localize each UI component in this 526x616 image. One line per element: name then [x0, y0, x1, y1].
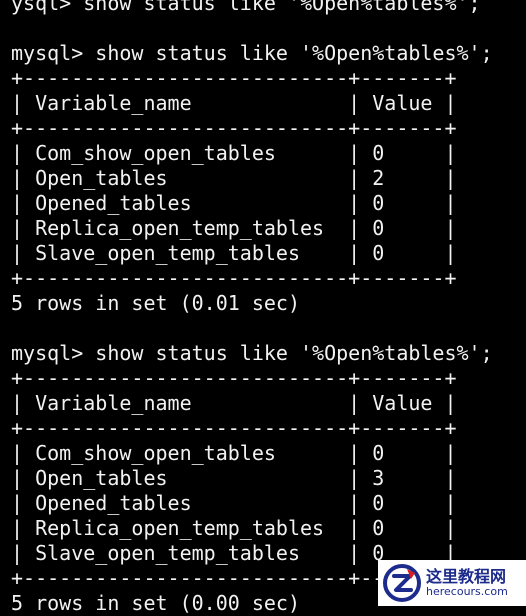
table-header: | Variable_name | Value | — [11, 91, 457, 115]
table-border: +---------------------------+-------+ — [11, 416, 457, 440]
table-row: | Com_show_open_tables | 0 | — [11, 141, 457, 165]
table-row: | Opened_tables | 0 | — [11, 191, 457, 215]
table-row: | Open_tables | 2 | — [11, 166, 457, 190]
table-row: | Replica_open_temp_tables | 0 | — [11, 216, 457, 240]
terminal-line-partial: ysql> show status like '%Open%tables%'; — [11, 0, 481, 15]
mysql-command-2: mysql> show status like '%Open%tables%'; — [11, 341, 493, 365]
table-row: | Slave_open_temp_tables | 0 | — [11, 241, 457, 265]
z-logo-icon — [383, 564, 421, 602]
table-border: +---------------------------+-------+ — [11, 366, 457, 390]
watermark-title: 这里教程网 — [426, 566, 507, 586]
result-summary: 5 rows in set (0.01 sec) — [11, 291, 300, 315]
terminal-output: ysql> show status like '%Open%tables%'; … — [11, 0, 526, 616]
table-row: | Open_tables | 3 | — [11, 466, 457, 490]
table-border: +---------------------------+-------+ — [11, 66, 457, 90]
table-header: | Variable_name | Value | — [11, 391, 457, 415]
table-border: +---------------------------+-------+ — [11, 266, 457, 290]
site-watermark: 这里教程网 herecours.com — [378, 560, 526, 606]
mysql-command-1: mysql> show status like '%Open%tables%'; — [11, 41, 493, 65]
watermark-url: herecours.com — [426, 584, 508, 598]
table-border: +---------------------------+-------+ — [11, 116, 457, 140]
table-row: | Replica_open_temp_tables | 0 | — [11, 516, 457, 540]
table-row: | Opened_tables | 0 | — [11, 491, 457, 515]
table-row: | Com_show_open_tables | 0 | — [11, 441, 457, 465]
